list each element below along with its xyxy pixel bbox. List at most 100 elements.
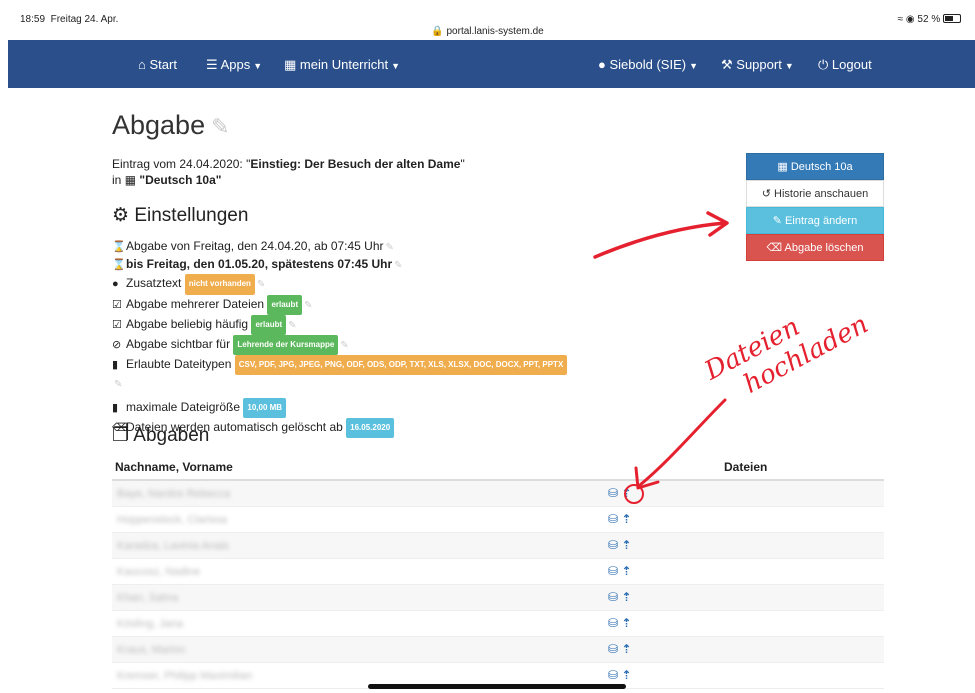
course-button[interactable]: ▦ Deutsch 10a [746,153,884,180]
upload-icon[interactable]: ⇡ [621,486,631,500]
book-icon: ▦ [284,57,297,72]
student-name: Kösling, Jana [117,618,184,630]
table-row: Baye, Nardos Rebecca ⛁ ⇡ [112,481,884,507]
download-files-icon[interactable]: ⛁ [608,564,618,578]
pencil-icon[interactable]: ✎ [386,242,394,253]
download-files-icon[interactable]: ⛁ [608,512,618,526]
eye-slash-icon: ⊘ [112,339,122,352]
checkbox-icon: ☑ [112,318,122,331]
status-badge: 10,00 MB [243,397,287,418]
upload-icon[interactable]: ⇡ [621,564,631,578]
student-name: Kaucosz, Nadine [117,566,201,578]
abgaben-heading: ❐ Abgaben [112,425,210,446]
student-name: Kraus, Marlon [117,644,186,656]
pencil-icon[interactable]: ✎ [394,260,402,271]
nav-user[interactable]: ● Siebold (SIE) ▼ [598,57,698,72]
top-navbar: ⌂ Start ☰ Apps ▼ ▦ mein Unterricht ▼ ● Sie… [8,40,975,88]
address-bar[interactable]: 🔒 portal.lanis-system.de [0,26,975,37]
file-icon: ▮ [112,401,119,414]
upload-icon[interactable]: ⇡ [621,512,631,526]
setting-extra: ● Zusatztext nicht vorhanden ✎ [112,274,567,295]
page-title: Abgabe ✎ [112,110,230,140]
nav-apps[interactable]: ☰ Apps ▼ [206,57,262,73]
checkbox-icon: ☑ [112,298,122,311]
download-files-icon[interactable]: ⛁ [608,616,618,630]
pencil-icon[interactable]: ✎ [257,279,265,290]
home-icon: ⌂ [138,57,146,72]
pencil-icon[interactable]: ✎ [340,340,348,351]
table-row: Kaucosz, Nadine ⛁ ⇡ [112,559,884,585]
student-name: Khan, Sahra [117,592,179,604]
status-bar: 18:59 Freitag 24. Apr. 🔒 portal.lanis-sy… [0,0,975,38]
book-icon: ▦ [777,161,788,173]
status-time: 18:59 Freitag 24. Apr. [20,14,119,25]
setting-types: ▮ Erlaubte Dateitypen CSV, PDF, JPG, JPEG… [112,355,568,376]
book-icon: ▦ [124,173,137,187]
hourglass-icon: ⌛ [112,241,126,253]
trash-icon: ⌫ [766,242,783,254]
upload-icon[interactable]: ⇡ [621,616,631,630]
battery-icon [943,14,961,23]
pencil-icon[interactable]: ✎ [288,320,296,331]
power-icon: ⏻ [818,57,829,72]
table-row: Hoppenstock, Clarissa ⛁ ⇡ [112,507,884,533]
table-row: Karadza, Lavinia Anais ⛁ ⇡ [112,533,884,559]
abgaben-table: Nachname, Vorname Dateien Baye, Nardos R… [112,455,884,689]
comment-icon: ● [112,278,119,291]
setting-until: ⌛bis Freitag, den 01.05.20, spätestens 0… [112,256,567,274]
history-icon: ↺ [761,188,771,200]
history-button[interactable]: ↺ Historie anschauen [746,180,884,207]
download-files-icon[interactable]: ⛁ [608,590,618,604]
upload-icon[interactable]: ⇡ [621,668,631,682]
table-header: Nachname, Vorname Dateien [112,455,884,481]
delete-abgabe-button[interactable]: ⌫ Abgabe löschen [746,234,884,261]
download-files-icon[interactable]: ⛁ [608,486,618,500]
status-badge: 16.05.2020 [346,417,395,439]
download-files-icon[interactable]: ⛁ [608,668,618,682]
pencil-icon[interactable]: ✎ [304,300,312,311]
status-badge: erlaubt [267,294,303,315]
annotation-arrow-right [593,211,729,259]
nav-start[interactable]: ⌂ Start [138,57,177,72]
status-indicators: ≈ ◉ 52 % [898,14,961,25]
pencil-icon[interactable]: ✎ [211,114,229,139]
wrench-icon: ⚒ [721,57,733,72]
nav-unterricht[interactable]: ▦ mein Unterricht ▼ [284,57,400,73]
setting-from: ⌛Abgabe von Freitag, den 24.04.20, ab 07… [112,238,567,256]
student-name: Hoppenstock, Clarissa [117,514,228,526]
nav-support[interactable]: ⚒ Support ▼ [721,57,794,73]
status-badge: Lehrende der Kursmappe [233,335,339,356]
status-badge: erlaubt [251,314,287,336]
edit-entry-button[interactable]: ✎ Eintrag ändern [746,207,884,234]
setting-often: ☑ Abgabe beliebig häufig erlaubt ✎ [112,314,567,336]
upload-icon[interactable]: ⇡ [621,590,631,604]
cogs-icon: ⚙ [112,205,130,226]
list-icon: ☰ [206,57,218,72]
settings-list: ⌛Abgabe von Freitag, den 24.04.20, ab 07… [112,238,568,439]
student-name: Kremser, Philipp Maximilian [117,670,253,682]
download-files-icon[interactable]: ⛁ [608,642,618,656]
user-icon: ● [598,57,606,72]
home-indicator [368,684,626,689]
side-actions: ▦ Deutsch 10a ↺ Historie anschauen ✎ Ein… [746,153,884,261]
table-row: Kösling, Jana ⛁ ⇡ [112,611,884,637]
download-files-icon[interactable]: ⛁ [608,538,618,552]
hourglass-icon: ⌛ [112,259,126,272]
pencil-icon[interactable]: ✎ [114,379,122,390]
table-row: Khan, Sahra ⛁ ⇡ [112,585,884,611]
student-name: Karadza, Lavinia Anais [117,540,229,552]
status-badge: nicht vorhanden [184,274,255,295]
setting-visible: ⊘ Abgabe sichtbar für Lehrende der Kursma… [112,335,567,356]
upload-icon[interactable]: ⇡ [621,642,631,656]
table-row: Kraus, Marlon ⛁ ⇡ [112,637,884,663]
file-icon: ▮ [112,359,119,372]
handwritten-note: Dateien hochladen [700,309,874,400]
entry-info: Eintrag vom 24.04.2020: "Einstieg: Der B… [112,157,465,187]
student-name: Baye, Nardos Rebecca [117,488,231,500]
nav-logout[interactable]: ⏻ Logout [818,57,872,73]
setting-multi: ☑ Abgabe mehrerer Dateien erlaubt ✎ [112,294,567,315]
upload-icon[interactable]: ⇡ [621,538,631,552]
copy-icon: ❐ [112,425,130,446]
status-badge: CSV, PDF, JPG, JPEG, PNG, ODF, ODS, ODP,… [234,355,568,376]
settings-heading: ⚙ Einstellungen [112,205,249,226]
